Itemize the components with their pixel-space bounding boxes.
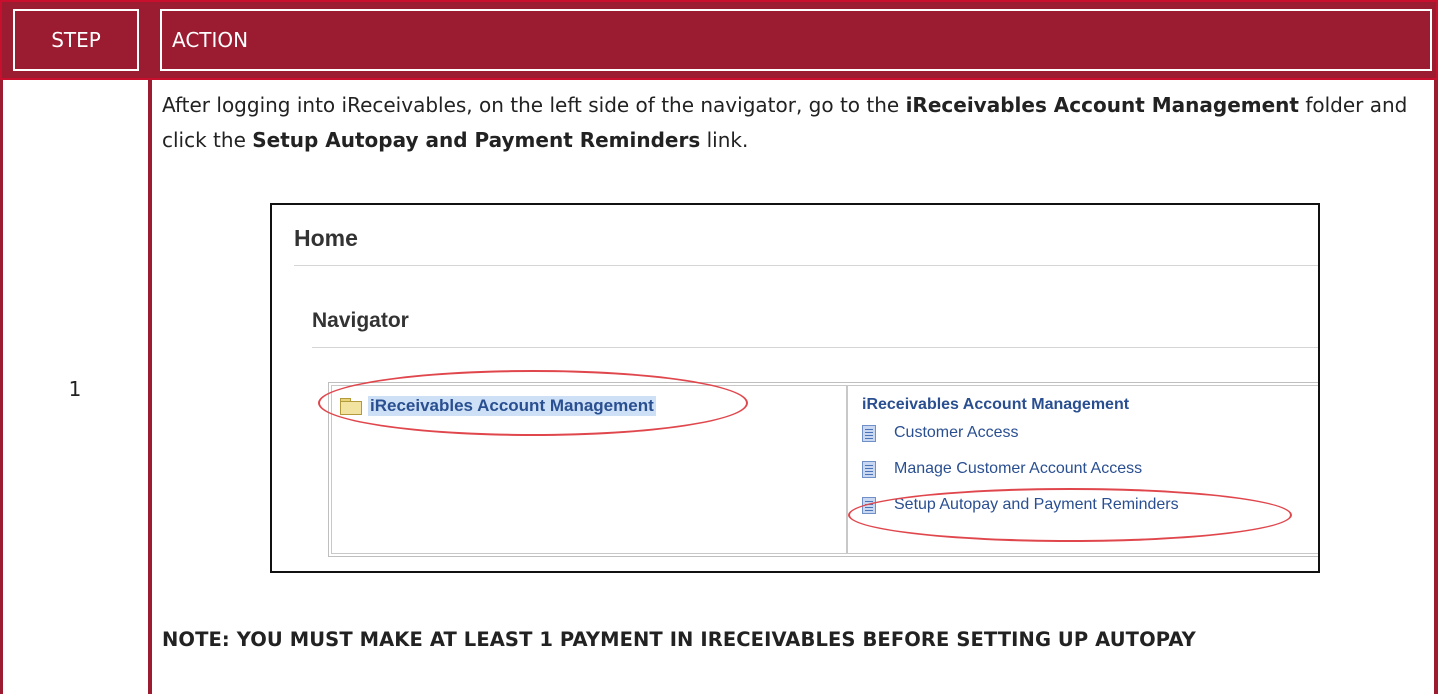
highlight-ellipse-folder — [318, 370, 748, 436]
panel-divider — [846, 386, 848, 553]
instruction-text-3: link. — [700, 128, 749, 152]
step-number: 1 — [68, 377, 82, 401]
instruction-bold-link: Setup Autopay and Payment Reminders — [252, 128, 701, 152]
instruction-text-1: After logging into iReceivables, on the … — [162, 93, 906, 117]
header-action: ACTION — [160, 9, 1432, 71]
home-divider — [294, 265, 1318, 266]
table-right-border — [1434, 80, 1438, 694]
navigator-title: Navigator — [312, 309, 409, 332]
highlight-ellipse-setup-autopay — [848, 488, 1292, 542]
action-instructions: After logging into iReceivables, on the … — [162, 88, 1422, 158]
nav-item-label: Customer Access — [894, 424, 1019, 441]
nav-item-label: Manage Customer Account Access — [894, 460, 1143, 477]
header-step: STEP — [13, 9, 139, 71]
nav-item-customer-access[interactable]: Customer Access — [862, 424, 1018, 442]
section-title: iReceivables Account Management — [862, 396, 1130, 413]
instruction-table: STEP ACTION 1 After logging into iReceiv… — [0, 0, 1438, 694]
navigator-divider — [312, 347, 1318, 348]
nav-item-manage-customer-account-access[interactable]: Manage Customer Account Access — [862, 460, 1142, 478]
page-icon — [862, 424, 876, 442]
note-text: NOTE: YOU MUST MAKE AT LEAST 1 PAYMENT I… — [162, 628, 1196, 651]
table-header: STEP ACTION — [0, 0, 1438, 80]
instruction-bold-folder: iReceivables Account Management — [905, 93, 1299, 117]
navigator-screenshot: Home Navigator iReceivables Account Mana… — [270, 203, 1320, 573]
home-title: Home — [294, 225, 358, 251]
page-icon — [862, 460, 876, 478]
